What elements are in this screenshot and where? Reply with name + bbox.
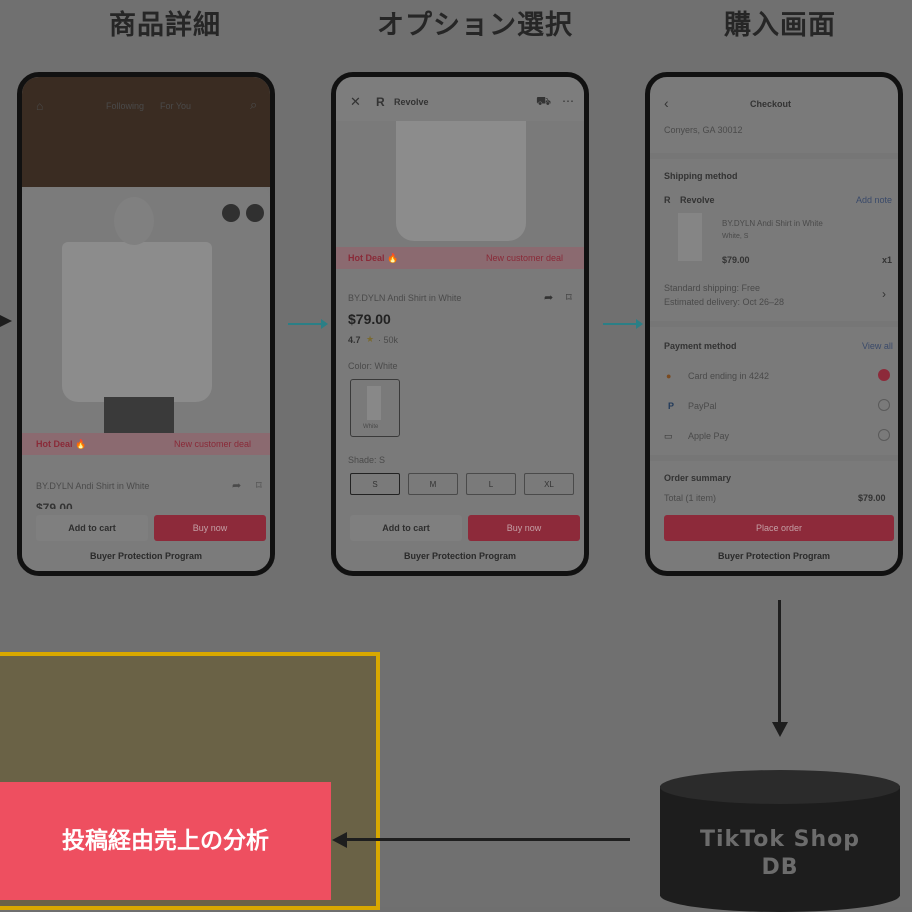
radio-card[interactable]: [878, 369, 890, 381]
home-icon: ⌂: [36, 99, 44, 113]
standard-shipping: Standard shipping: Free: [664, 283, 761, 293]
chevron-right-icon[interactable]: ›: [882, 287, 886, 301]
color-label: Color: White: [348, 361, 398, 371]
apple-pay-icon: ▭: [664, 431, 673, 441]
payment-method-heading: Payment method: [664, 341, 737, 351]
tab-following[interactable]: Following: [106, 101, 144, 111]
new-customer-label: New customer deal: [486, 253, 564, 263]
buy-now-button[interactable]: Buy now: [154, 515, 266, 541]
video-background: [22, 77, 270, 187]
cart-icon[interactable]: ⛟: [536, 94, 551, 110]
phone-option-select: ✕ R Revolve ⛟ ⋯ Hot Deal 🔥 New customer …: [331, 72, 589, 576]
store-logo-icon: R: [664, 195, 671, 205]
db-to-analysis-line: [346, 838, 630, 841]
size-option-l[interactable]: L: [466, 473, 516, 495]
new-customer-label: New customer deal: [174, 439, 252, 449]
section-divider: [650, 153, 898, 159]
hot-deal-label: Hot Deal 🔥: [348, 253, 399, 263]
post-sales-analysis-label: 投稿経由売上の分析: [0, 782, 331, 900]
product-price: $79.00: [348, 311, 391, 327]
view-all-link[interactable]: View all: [862, 341, 893, 351]
buyer-protection-text: Buyer Protection Program: [89, 551, 203, 561]
cart-icon[interactable]: [222, 204, 240, 222]
search-icon[interactable]: ⌕: [250, 97, 257, 113]
add-note-link[interactable]: Add note: [856, 195, 892, 205]
size-option-s[interactable]: S: [350, 473, 400, 495]
close-icon[interactable]: ✕: [350, 94, 361, 110]
order-summary-heading: Order summary: [664, 473, 732, 483]
incoming-arrow: [0, 314, 12, 328]
store-logo-icon: R: [376, 95, 385, 109]
size-option-xl[interactable]: XL: [524, 473, 574, 495]
buyer-protection-text: Buyer Protection Program: [403, 551, 517, 561]
add-to-cart-button[interactable]: Add to cart: [350, 515, 462, 541]
heading-option-select: オプション選択: [377, 10, 573, 41]
bookmark-icon[interactable]: ⌑: [566, 291, 572, 304]
bookmark-icon[interactable]: ⌑: [256, 479, 262, 492]
back-icon[interactable]: ‹: [664, 95, 669, 111]
total-value: $79.00: [858, 493, 886, 503]
section-divider: [650, 321, 898, 327]
review-count: · 50k: [378, 335, 399, 345]
model-head: [114, 197, 154, 245]
place-order-button[interactable]: Place order: [664, 515, 894, 541]
add-to-cart-button[interactable]: Add to cart: [36, 515, 148, 541]
section-divider: [650, 455, 898, 461]
color-swatch[interactable]: White: [350, 379, 400, 437]
flow-arrow-2: [603, 319, 643, 329]
shade-label: Shade: S: [348, 455, 386, 465]
flow-arrow-1: [288, 319, 328, 329]
database-label: TikTok Shop DB: [699, 827, 861, 880]
product-name: BY.DYLN Andi Shirt in White: [36, 481, 150, 491]
item-quantity: x1: [882, 255, 893, 265]
checkout-title: Checkout: [750, 99, 792, 109]
more-icon[interactable]: [246, 204, 264, 222]
card-icon: ●: [666, 371, 672, 381]
size-option-m[interactable]: M: [408, 473, 458, 495]
radio-paypal[interactable]: [878, 399, 890, 411]
share-icon[interactable]: ➦: [232, 479, 241, 492]
payment-apple-pay[interactable]: Apple Pay: [688, 431, 729, 441]
product-name: BY.DYLN Andi Shirt in White: [348, 293, 462, 303]
store-name: Revolve: [680, 195, 715, 205]
shipping-method-heading: Shipping method: [664, 171, 738, 181]
payment-card[interactable]: Card ending in 4242: [688, 371, 769, 381]
phone-product-detail: ⌂ Following For You ⌕ Hot Deal 🔥 New cus…: [17, 72, 275, 576]
buyer-protection-text: Buyer Protection Program: [717, 551, 831, 561]
star-icon: ★: [366, 334, 375, 344]
db-to-analysis-arrowhead: [332, 832, 347, 848]
tab-for-you[interactable]: For You: [160, 101, 191, 111]
more-icon[interactable]: ⋯: [562, 94, 574, 108]
item-price: $79.00: [722, 255, 750, 265]
total-label: Total (1 item): [664, 493, 717, 503]
product-image: [396, 121, 526, 241]
hot-deal-label: Hot Deal 🔥: [36, 439, 87, 449]
heading-purchase-screen: 購入画面: [724, 10, 836, 41]
buy-now-button[interactable]: Buy now: [468, 515, 580, 541]
item-variant: White, S: [722, 233, 749, 240]
store-name[interactable]: Revolve: [394, 97, 429, 107]
product-image: [62, 242, 212, 402]
checkout-to-db-line: [778, 600, 781, 724]
item-name: BY.DYLN Andi Shirt in White: [722, 219, 823, 228]
share-icon[interactable]: ➦: [544, 291, 553, 304]
item-thumbnail: [678, 213, 702, 261]
database-top: [660, 770, 900, 804]
model-legs: [104, 397, 174, 435]
payment-paypal[interactable]: PayPal: [688, 401, 717, 411]
estimated-delivery: Estimated delivery: Oct 26–28: [664, 297, 785, 307]
diagram-canvas: 商品詳細 オプション選択 購入画面 ⌂ Following For You ⌕ …: [0, 0, 912, 912]
address-text: Conyers, GA 30012: [664, 125, 743, 135]
checkout-to-db-arrowhead: [772, 722, 788, 737]
swatch-label: White: [363, 424, 379, 430]
heading-product-detail: 商品詳細: [109, 10, 221, 41]
radio-apple-pay[interactable]: [878, 429, 890, 441]
price-partial: $79.00: [36, 501, 73, 509]
phone-checkout: ‹ Checkout Conyers, GA 30012 Shipping me…: [645, 72, 903, 576]
swatch-image: [367, 386, 381, 420]
rating-value: 4.7: [348, 335, 361, 345]
paypal-icon: P: [668, 401, 675, 411]
